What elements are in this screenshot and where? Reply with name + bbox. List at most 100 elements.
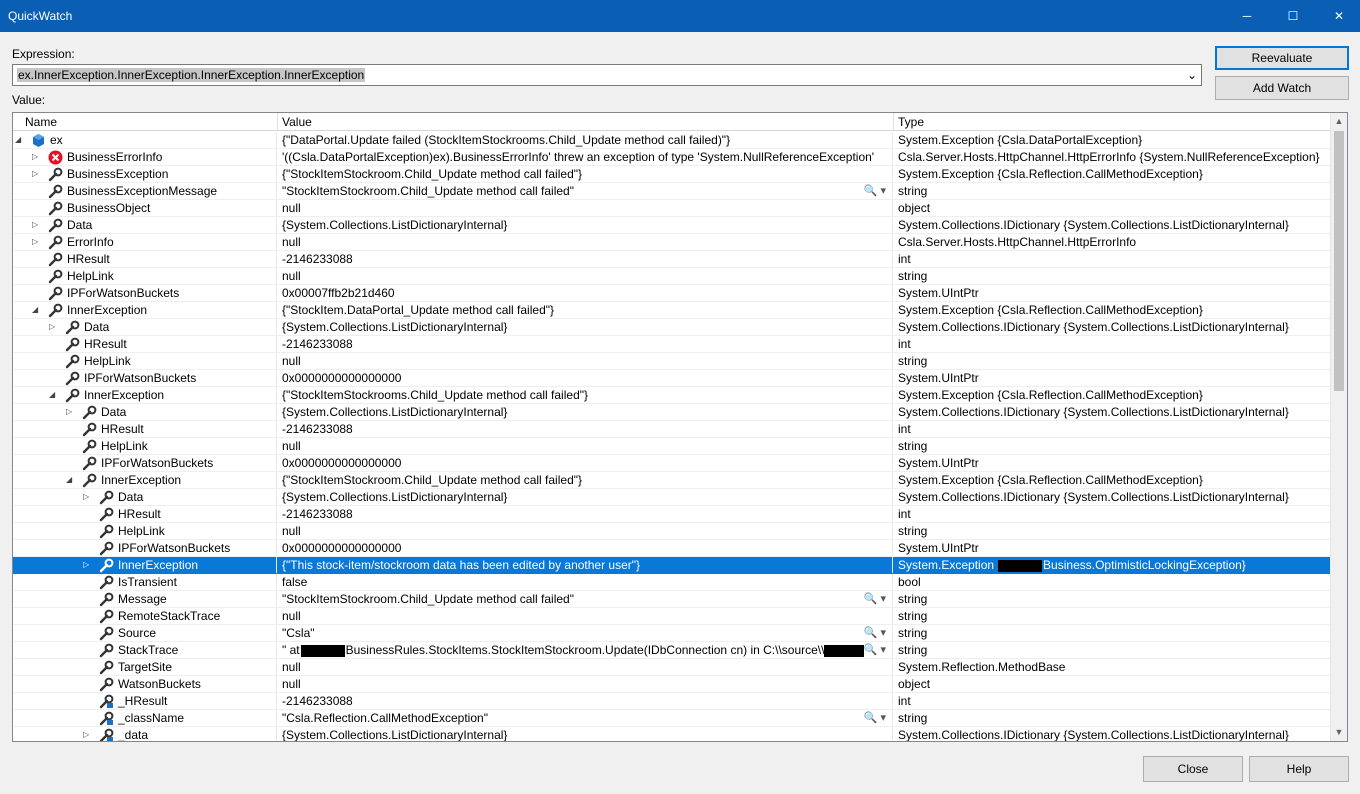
table-row[interactable]: IPForWatsonBuckets 0x0000000000000000 Syst… (13, 370, 1331, 387)
value-cell[interactable]: -2146233088 (278, 336, 893, 352)
value-cell[interactable]: {"StockItem.DataPortal_Update method cal… (278, 302, 893, 318)
table-row[interactable]: WatsonBuckets null object (13, 676, 1331, 693)
table-row[interactable]: ▷ Data {System.Collections.ListDictionaryI… (13, 319, 1331, 336)
expression-input[interactable]: ex.InnerException.InnerException.InnerEx… (17, 68, 366, 82)
table-row[interactable]: Message "StockItemStockroom.Child_Update … (13, 591, 1331, 608)
value-cell[interactable]: -2146233088 (278, 421, 893, 437)
value-cell[interactable]: 0x0000000000000000 (278, 455, 893, 471)
collapse-arrow-icon[interactable]: ◢ (49, 391, 57, 399)
table-row[interactable]: HelpLink null string (13, 268, 1331, 285)
table-row[interactable]: ▷ InnerException {"This stock-item/stockro… (13, 557, 1331, 574)
minimize-button[interactable]: ─ (1224, 0, 1270, 32)
table-row[interactable]: ▷ Data {System.Collections.ListDictionaryI… (13, 404, 1331, 421)
expand-arrow-icon[interactable]: ▷ (32, 153, 40, 161)
help-button[interactable]: Help (1249, 756, 1349, 782)
table-row[interactable]: HResult -2146233088 int (13, 421, 1331, 438)
chevron-down-icon[interactable]: ⌄ (1183, 65, 1201, 85)
value-cell[interactable]: null (278, 268, 893, 284)
table-row[interactable]: Source "Csla" 🔍 ▾ string (13, 625, 1331, 642)
table-row[interactable]: HResult -2146233088 int (13, 336, 1331, 353)
table-row[interactable]: ▷ BusinessErrorInfo '((Csla.DataPortalExce… (13, 149, 1331, 166)
value-cell[interactable]: -2146233088 (278, 693, 893, 709)
table-row[interactable]: IPForWatsonBuckets 0x0000000000000000 Syst… (13, 455, 1331, 472)
column-header-value[interactable]: Value (278, 113, 894, 131)
table-row[interactable]: StackTrace " at BusinessRules.StockItems.S… (13, 642, 1331, 659)
table-row[interactable]: ▷ Data {System.Collections.ListDictionaryI… (13, 489, 1331, 506)
value-cell[interactable]: null (278, 353, 893, 369)
scroll-down-icon[interactable]: ▼ (1331, 724, 1347, 741)
table-row[interactable]: ◢ InnerException {"StockItem.DataPortal_Up… (13, 302, 1331, 319)
value-cell[interactable]: null (278, 200, 893, 216)
reevaluate-button[interactable]: Reevaluate (1215, 46, 1349, 70)
value-cell[interactable]: 0x0000000000000000 (278, 540, 893, 556)
close-button[interactable]: Close (1143, 756, 1243, 782)
table-row[interactable]: TargetSite null System.Reflection.MethodBa… (13, 659, 1331, 676)
value-cell[interactable]: null (278, 438, 893, 454)
table-row[interactable]: RemoteStackTrace null string (13, 608, 1331, 625)
table-row[interactable]: IPForWatsonBuckets 0x00007ffb2b21d460 Syst… (13, 285, 1331, 302)
value-cell[interactable]: false (278, 574, 893, 590)
value-cell[interactable]: {System.Collections.ListDictionaryIntern… (278, 489, 893, 505)
expand-arrow-icon[interactable]: ▷ (32, 238, 40, 246)
value-cell[interactable]: {System.Collections.ListDictionaryIntern… (278, 727, 893, 741)
value-cell[interactable]: null (278, 659, 893, 675)
maximize-button[interactable]: ☐ (1270, 0, 1316, 32)
table-row[interactable]: ◢ InnerException {"StockItemStockroom.Chil… (13, 472, 1331, 489)
value-cell[interactable]: {"DataPortal.Update failed (StockItemSto… (278, 132, 893, 148)
table-row[interactable]: ▷ _data {System.Collections.ListDictionary… (13, 727, 1331, 741)
vertical-scrollbar[interactable]: ▲ ▼ (1330, 113, 1347, 741)
watch-grid[interactable]: Name Value Type ◢ ex {"DataPortal.Update f… (12, 112, 1348, 742)
expand-arrow-icon[interactable]: ▷ (49, 323, 57, 331)
value-cell[interactable]: {"StockItemStockroom.Child_Update method… (278, 472, 893, 488)
table-row[interactable]: IPForWatsonBuckets 0x0000000000000000 Syst… (13, 540, 1331, 557)
value-cell[interactable]: -2146233088 (278, 251, 893, 267)
value-cell[interactable]: {System.Collections.ListDictionaryIntern… (278, 404, 893, 420)
value-cell[interactable]: -2146233088 (278, 506, 893, 522)
value-cell[interactable]: "Csla" 🔍 ▾ (278, 625, 893, 641)
value-cell[interactable]: null (278, 523, 893, 539)
close-window-button[interactable]: ✕ (1316, 0, 1360, 32)
value-cell[interactable]: {System.Collections.ListDictionaryIntern… (278, 217, 893, 233)
table-row[interactable]: ◢ ex {"DataPortal.Update failed (StockItem… (13, 132, 1331, 149)
table-row[interactable]: HelpLink null string (13, 438, 1331, 455)
column-header-type[interactable]: Type (894, 113, 1331, 131)
value-cell[interactable]: " at BusinessRules.StockItems.StockItemSt… (278, 642, 893, 658)
expand-arrow-icon[interactable]: ▷ (66, 408, 74, 416)
expand-arrow-icon[interactable]: ▷ (83, 561, 91, 569)
value-cell[interactable]: {"StockItemStockroom.Child_Update method… (278, 166, 893, 182)
table-row[interactable]: IsTransient false bool (13, 574, 1331, 591)
collapse-arrow-icon[interactable]: ◢ (15, 136, 23, 144)
expand-arrow-icon[interactable]: ▷ (32, 170, 40, 178)
value-cell[interactable]: null (278, 608, 893, 624)
value-cell[interactable]: '((Csla.DataPortalException)ex).Business… (278, 149, 893, 165)
value-cell[interactable]: "Csla.Reflection.CallMethodException" 🔍 ▾ (278, 710, 893, 726)
table-row[interactable]: ▷ ErrorInfo null Csla.Server.Hosts.HttpChan… (13, 234, 1331, 251)
table-row[interactable]: ▷ Data {System.Collections.ListDictionaryI… (13, 217, 1331, 234)
expand-arrow-icon[interactable]: ▷ (32, 221, 40, 229)
table-row[interactable]: BusinessObject null object (13, 200, 1331, 217)
table-row[interactable]: HelpLink null string (13, 353, 1331, 370)
expression-combobox[interactable]: ex.InnerException.InnerException.InnerEx… (12, 64, 1202, 86)
expand-arrow-icon[interactable]: ▷ (83, 731, 91, 739)
expand-arrow-icon[interactable]: ▷ (83, 493, 91, 501)
magnifier-icon[interactable]: 🔍 ▾ (864, 625, 886, 641)
value-cell[interactable]: 0x0000000000000000 (278, 370, 893, 386)
magnifier-icon[interactable]: 🔍 ▾ (864, 642, 886, 658)
value-cell[interactable]: null (278, 676, 893, 692)
table-row[interactable]: BusinessExceptionMessage "StockItemStockr… (13, 183, 1331, 200)
collapse-arrow-icon[interactable]: ◢ (66, 476, 74, 484)
table-row[interactable]: HResult -2146233088 int (13, 506, 1331, 523)
table-row[interactable]: ◢ InnerException {"StockItemStockrooms.Chi… (13, 387, 1331, 404)
value-cell[interactable]: null (278, 234, 893, 250)
collapse-arrow-icon[interactable]: ◢ (32, 306, 40, 314)
table-row[interactable]: _className "Csla.Reflection.CallMethodExc… (13, 710, 1331, 727)
magnifier-icon[interactable]: 🔍 ▾ (864, 591, 886, 607)
table-row[interactable]: _HResult -2146233088 int (13, 693, 1331, 710)
value-cell[interactable]: {"StockItemStockrooms.Child_Update metho… (278, 387, 893, 403)
value-cell[interactable]: {"This stock-item/stockroom data has bee… (278, 557, 893, 573)
scroll-thumb[interactable] (1334, 131, 1344, 391)
value-cell[interactable]: "StockItemStockroom.Child_Update method … (278, 591, 893, 607)
table-row[interactable]: HResult -2146233088 int (13, 251, 1331, 268)
column-header-name[interactable]: Name (21, 113, 278, 131)
add-watch-button[interactable]: Add Watch (1215, 76, 1349, 100)
